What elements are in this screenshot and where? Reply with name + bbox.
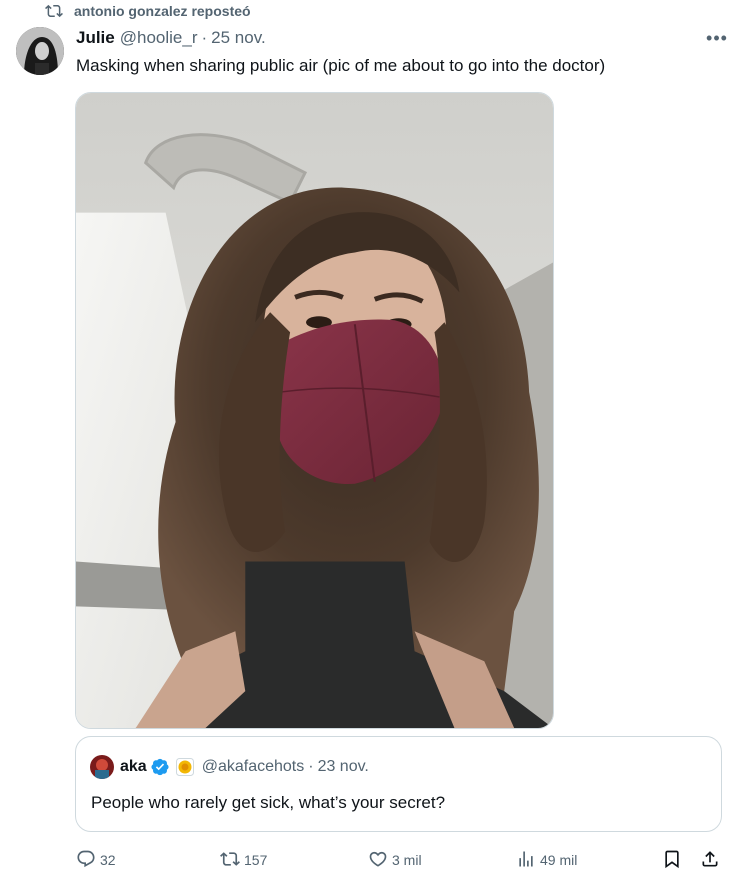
author-handle[interactable]: @hoolie_r <box>120 28 198 48</box>
quoted-tweet[interactable]: aka @akafacehots · 23 nov. People who ra… <box>75 736 722 832</box>
reply-count: 32 <box>100 852 116 868</box>
separator: · <box>201 28 208 47</box>
avatar[interactable] <box>16 27 64 75</box>
quote-author-name[interactable]: aka <box>120 758 147 776</box>
quote-avatar[interactable] <box>90 755 114 779</box>
quote-author-handle[interactable]: @akafacehots <box>202 758 305 776</box>
like-button[interactable]: 3 mil <box>368 848 422 872</box>
share-button[interactable] <box>700 848 720 872</box>
repost-count: 157 <box>244 852 268 868</box>
reply-button[interactable]: 32 <box>76 848 116 872</box>
quote-date[interactable]: 23 nov. <box>318 758 369 776</box>
bookmark-icon <box>662 849 682 872</box>
affiliate-badge-icon <box>175 758 194 776</box>
repost-label: antonio gonzalez reposteó <box>74 3 251 19</box>
reply-icon <box>76 849 96 872</box>
views-count: 49 mil <box>540 852 578 868</box>
verified-badge-icon <box>150 757 170 777</box>
views-icon <box>516 849 536 872</box>
action-bar: 32 157 3 mil 49 mil <box>76 848 726 872</box>
repost-icon <box>44 3 64 19</box>
repost-action-icon <box>220 849 240 872</box>
tweet-header: Julie @hoolie_r · 25 nov. ••• <box>76 27 732 49</box>
like-count: 3 mil <box>392 852 422 868</box>
quote-header: aka @akafacehots · 23 nov. <box>90 755 369 779</box>
author-name[interactable]: Julie <box>76 28 115 48</box>
repost-button[interactable]: 157 <box>220 848 267 872</box>
more-icon[interactable]: ••• <box>702 27 732 49</box>
tweet-date[interactable]: 25 nov. <box>211 28 266 48</box>
share-icon <box>700 849 720 872</box>
like-icon <box>368 849 388 872</box>
views-button[interactable]: 49 mil <box>516 848 577 872</box>
quote-separator: · <box>308 758 314 775</box>
tweet-text: Masking when sharing public air (pic of … <box>76 56 606 75</box>
bookmark-button[interactable] <box>662 848 682 872</box>
tweet-photo[interactable] <box>75 92 554 729</box>
repost-header[interactable]: antonio gonzalez reposteó <box>44 0 251 22</box>
quote-text: People who rarely get sick, what’s your … <box>91 793 446 812</box>
